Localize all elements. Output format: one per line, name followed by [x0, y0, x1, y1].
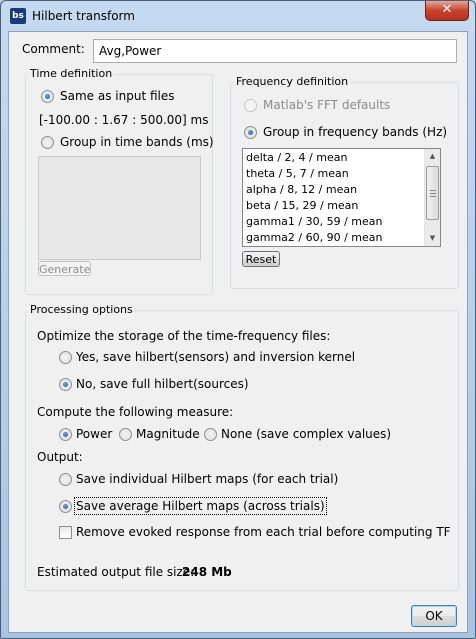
measure-magnitude-radio[interactable]: [119, 428, 132, 441]
list-item: gamma2 / 60, 90 / mean: [246, 231, 383, 244]
ok-button[interactable]: OK: [411, 605, 457, 627]
compute-measure-label: Compute the following measure:: [37, 405, 234, 419]
generate-button[interactable]: Generate: [38, 261, 91, 276]
grip-line: [430, 193, 436, 194]
save-hilbert-sensors-label: Yes, save hilbert(sensors) and inversion…: [76, 350, 356, 364]
close-window-button[interactable]: ✕: [425, 1, 469, 21]
measure-none-label: None (save complex values): [221, 427, 392, 441]
scroll-up-arrow-icon[interactable]: ▲: [425, 149, 440, 164]
time-bands-textarea: [38, 156, 201, 260]
list-item: gamma1 / 30, 59 / mean: [246, 215, 383, 228]
group-time-bands-radio[interactable]: [41, 136, 54, 149]
remove-evoked-checkbox[interactable]: [59, 526, 72, 539]
output-label: Output:: [37, 450, 83, 464]
same-as-input-label: Same as input files: [60, 89, 175, 103]
optimize-storage-label: Optimize the storage of the time-frequen…: [37, 329, 331, 343]
measure-power-radio[interactable]: [59, 428, 72, 441]
same-as-input-radio[interactable]: [41, 90, 54, 103]
list-item: alpha / 8, 12 / mean: [246, 183, 358, 196]
close-icon: ✕: [441, 2, 453, 17]
scroll-thumb[interactable]: [426, 166, 439, 220]
reset-button[interactable]: Reset: [242, 251, 280, 267]
brainstorm-app-icon: bs: [10, 8, 26, 24]
save-full-hilbert-radio[interactable]: [59, 378, 72, 391]
list-item: theta / 5, 7 / mean: [246, 167, 349, 180]
grip-line: [430, 190, 436, 191]
measure-magnitude-label: Magnitude: [136, 427, 200, 441]
comment-input[interactable]: Avg,Power: [93, 39, 457, 63]
matlab-fft-radio[interactable]: [244, 99, 257, 112]
scroll-down-arrow-icon[interactable]: ▼: [425, 231, 440, 246]
output-average-label: Save average Hilbert maps (across trials…: [74, 497, 327, 515]
list-item: beta / 15, 29 / mean: [246, 199, 359, 212]
estimated-size-label: Estimated output file size:: [37, 565, 195, 579]
measure-power-label: Power: [76, 427, 113, 441]
frequency-list-scrollbar[interactable]: ▲ ▼: [424, 149, 440, 246]
list-item: delta / 2, 4 / mean: [246, 151, 348, 164]
matlab-fft-label: Matlab's FFT defaults: [263, 98, 391, 112]
output-individual-label: Save individual Hilbert maps (for each t…: [76, 472, 339, 486]
processing-options-legend: Processing options: [28, 303, 135, 316]
hilbert-transform-window: bs Hilbert transform ✕ Comment: Avg,Powe…: [0, 0, 476, 639]
remove-evoked-label: Remove evoked response from each trial b…: [76, 525, 451, 539]
save-hilbert-sensors-radio[interactable]: [59, 351, 72, 364]
window-title: Hilbert transform: [32, 9, 135, 23]
group-freq-bands-label: Group in frequency bands (Hz): [263, 125, 448, 139]
measure-none-radio[interactable]: [204, 428, 217, 441]
save-full-hilbert-label: No, save full hilbert(sources): [76, 377, 249, 391]
dialog-content: Comment: Avg,Power Time definition Same …: [8, 31, 468, 633]
output-average-radio[interactable]: [59, 500, 72, 513]
estimated-size-value: 248 Mb: [182, 565, 232, 579]
title-bar[interactable]: bs Hilbert transform ✕: [1, 1, 475, 31]
group-freq-bands-radio[interactable]: [244, 126, 257, 139]
comment-label: Comment:: [22, 42, 85, 56]
time-definition-legend: Time definition: [28, 67, 115, 80]
group-time-bands-label: Group in time bands (ms): [60, 135, 214, 149]
frequency-definition-legend: Frequency definition: [234, 75, 351, 88]
time-range-text: [-100.00 : 1.67 : 500.00] ms: [39, 113, 209, 127]
grip-line: [430, 196, 436, 197]
frequency-bands-list[interactable]: delta / 2, 4 / mean theta / 5, 7 / mean …: [242, 148, 441, 247]
output-individual-radio[interactable]: [59, 473, 72, 486]
